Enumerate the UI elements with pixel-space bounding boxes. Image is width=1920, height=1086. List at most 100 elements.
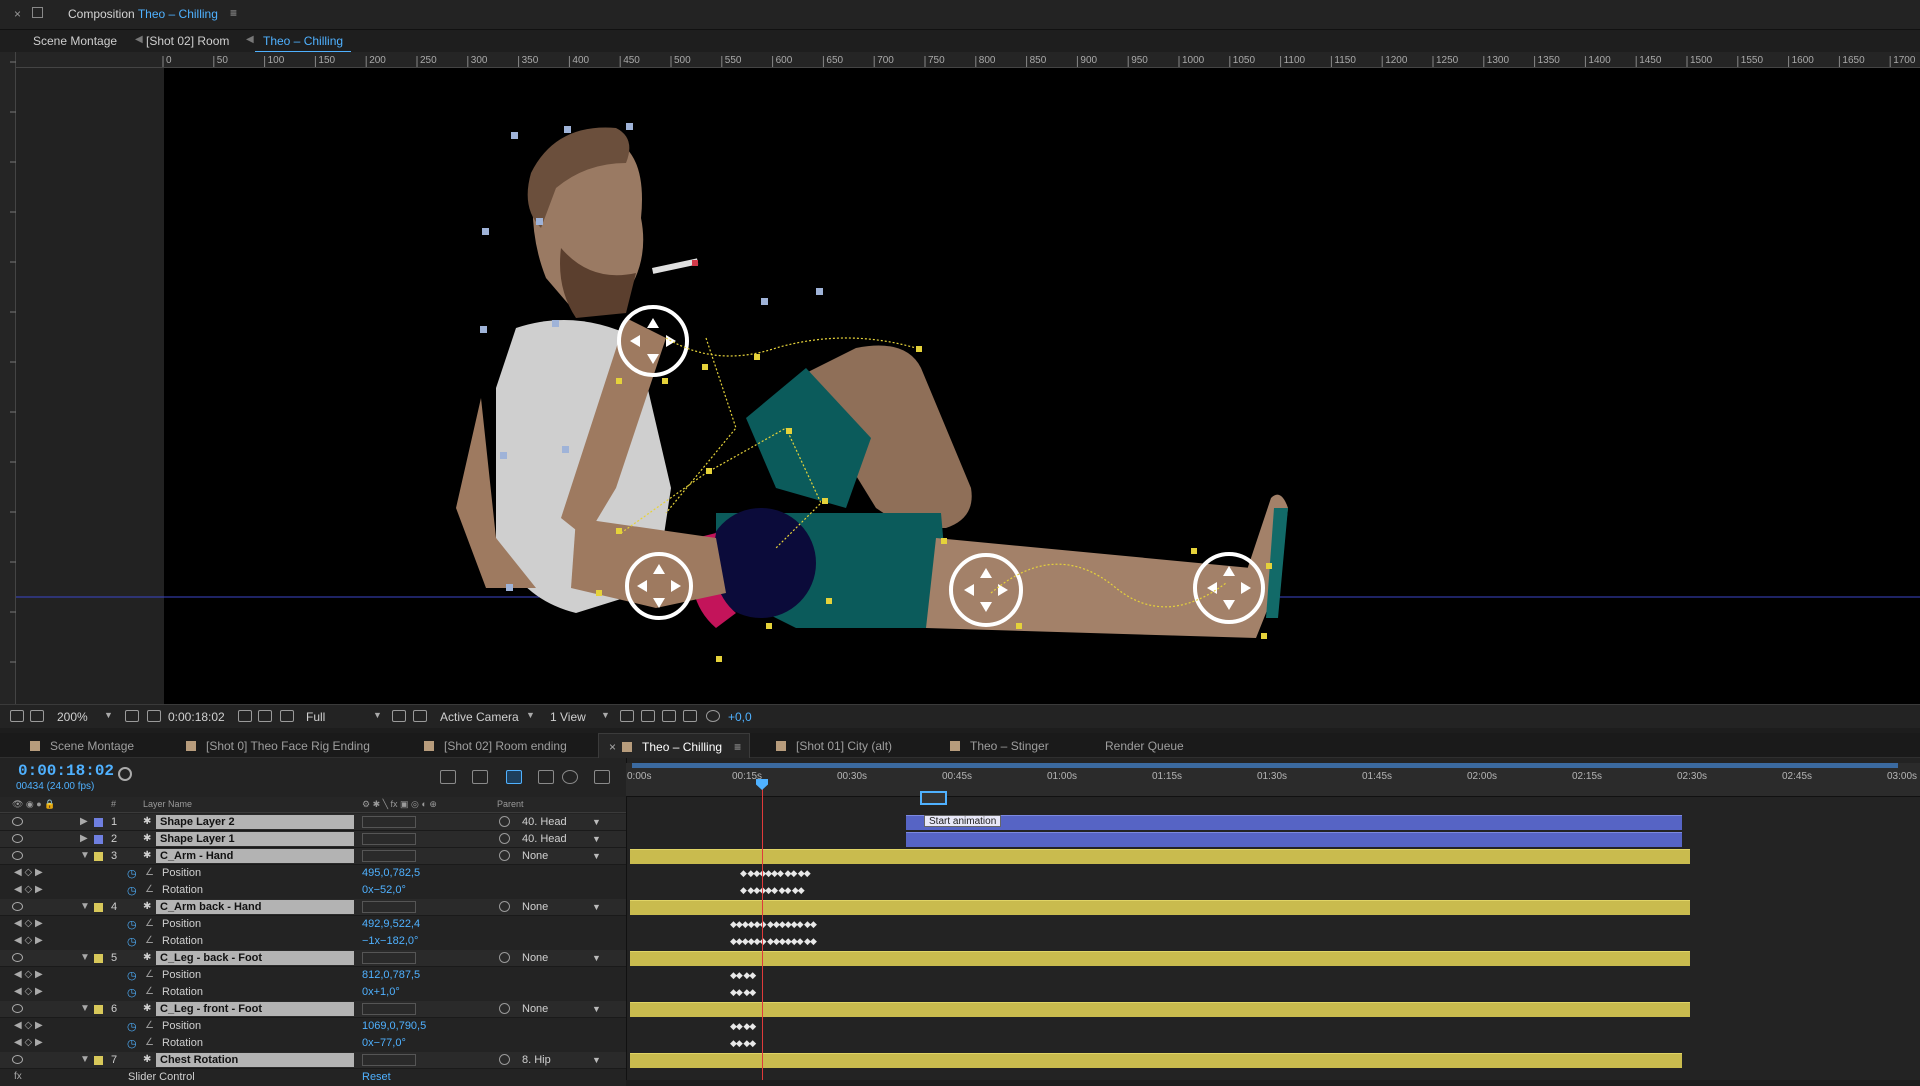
graph-icon[interactable]: ∠ [145, 986, 154, 997]
twirl-open-icon[interactable]: ▼ [80, 1003, 90, 1014]
pickwhip-icon[interactable] [499, 833, 510, 844]
close-panel-icon[interactable]: × [14, 7, 21, 21]
twirl-open-icon[interactable]: ▼ [80, 952, 90, 963]
parent-select[interactable]: 40. Head [522, 816, 567, 828]
label-color-icon[interactable] [94, 818, 103, 827]
tab-shot-0-face-rig[interactable]: [Shot 0] Theo Face Rig Ending [186, 733, 370, 758]
draft-3d-icon[interactable] [472, 770, 488, 784]
view-layout-select[interactable]: 1 View [550, 710, 586, 724]
eye-icon[interactable] [12, 817, 23, 826]
parent-select[interactable]: 40. Head [522, 833, 567, 845]
parent-select[interactable]: None [522, 850, 548, 862]
layer-row[interactable]: ▶ 2 ✱ Shape Layer 1 40. Head ▼ [0, 831, 626, 848]
resolution-dropdown-icon[interactable]: ▼ [373, 710, 382, 720]
parent-select[interactable]: None [522, 901, 548, 913]
pickwhip-icon[interactable] [499, 1054, 510, 1065]
keyframes[interactable]: ◆ ◆◆◆◆◆ ◆◆ ◆◆ [740, 885, 805, 895]
stopwatch-icon[interactable]: ◷ [127, 969, 137, 982]
layer-name[interactable]: C_Leg - front - Foot [156, 1002, 354, 1016]
property-row[interactable]: ◀ ◇ ▶ ◷ ∠ Rotation 0x+1,0° [0, 984, 626, 1001]
fast-previews-icon[interactable] [641, 710, 655, 722]
tab-menu-icon[interactable]: ≡ [734, 740, 741, 754]
property-value[interactable]: −1x−182,0° [362, 935, 418, 947]
twirl-open-icon[interactable]: ▼ [80, 901, 90, 912]
flowchart-icon[interactable] [683, 710, 697, 722]
layer-switches[interactable] [362, 1054, 416, 1066]
label-color-icon[interactable] [94, 954, 103, 963]
layer-name[interactable]: C_Arm - Hand [156, 849, 354, 863]
parent-dropdown-icon[interactable]: ▼ [592, 851, 601, 861]
layer-switches[interactable] [362, 952, 416, 964]
graph-icon[interactable]: ∠ [145, 918, 154, 929]
stopwatch-icon[interactable]: ◷ [127, 884, 137, 897]
panel-menu-icon[interactable]: ≡ [230, 6, 237, 20]
keyframes[interactable]: ◆ ◆◆◆◆◆◆ ◆◆ ◆◆ [740, 868, 811, 878]
parent-dropdown-icon[interactable]: ▼ [592, 834, 601, 844]
keyframe-navigator-icon[interactable]: ◀ ◇ ▶ [14, 969, 43, 980]
layer-switches[interactable] [362, 1003, 416, 1015]
keyframe-navigator-icon[interactable]: ◀ ◇ ▶ [14, 1020, 43, 1031]
tab-scene-montage[interactable]: Scene Montage [30, 733, 134, 758]
zoom-level[interactable]: 200% [57, 710, 88, 724]
region-of-interest-icon[interactable] [392, 710, 406, 722]
eye-icon[interactable] [12, 1055, 23, 1064]
layer-row[interactable]: ▼ 3 ✱ C_Arm - Hand None ▼ [0, 848, 626, 865]
keyframes[interactable]: ◆◆ ◆◆ [730, 987, 756, 997]
keyframes[interactable]: ◆◆ ◆◆ [730, 970, 756, 980]
layer-row[interactable]: ▶ 1 ✱ Shape Layer 2 40. Head ▼ [0, 814, 626, 831]
layer-switches[interactable] [362, 833, 416, 845]
col-layer-name[interactable]: Layer Name [143, 799, 192, 809]
layer-row[interactable]: ▼ 5 ✱ C_Leg - back - Foot None ▼ [0, 950, 626, 967]
resolution-select[interactable]: Full [306, 710, 325, 724]
stopwatch-icon[interactable]: ◷ [127, 918, 137, 931]
twirl-closed-icon[interactable]: ▶ [80, 816, 88, 827]
color-channel-icon[interactable] [280, 710, 294, 722]
parent-select[interactable]: 8. Hip [522, 1054, 551, 1066]
graph-icon[interactable]: ∠ [145, 884, 154, 895]
stopwatch-icon[interactable]: ◷ [127, 867, 137, 880]
layer-duration-bar[interactable] [630, 849, 1690, 864]
col-parent[interactable]: Parent [497, 799, 524, 809]
close-tab-icon[interactable]: × [609, 740, 616, 754]
property-value[interactable]: 1069,0,790,5 [362, 1020, 426, 1032]
parent-dropdown-icon[interactable]: ▼ [592, 1004, 601, 1014]
time-ruler[interactable]: 0:00s 00:15s 00:30s 00:45s 01:00s 01:15s 01:30… [626, 763, 1920, 797]
view-layout-dropdown-icon[interactable]: ▼ [601, 710, 610, 720]
layer-duration-bar[interactable] [630, 1002, 1690, 1017]
label-color-icon[interactable] [94, 1056, 103, 1065]
layer-name[interactable]: Shape Layer 1 [156, 832, 354, 846]
label-color-icon[interactable] [94, 835, 103, 844]
tab-render-queue[interactable]: Render Queue [1105, 733, 1184, 758]
twirl-open-icon[interactable]: ▼ [80, 1054, 90, 1065]
layer-duration-bar[interactable] [906, 832, 1682, 847]
label-color-icon[interactable] [94, 1005, 103, 1014]
current-time-indicator[interactable] [762, 780, 763, 1080]
keyframe-navigator-icon[interactable]: ◀ ◇ ▶ [14, 1037, 43, 1048]
parent-dropdown-icon[interactable]: ▼ [592, 817, 601, 827]
tab-shot-01-city[interactable]: [Shot 01] City (alt) [776, 733, 892, 758]
layer-duration-bar[interactable] [630, 951, 1690, 966]
comp-mini-flowchart-icon[interactable] [440, 770, 456, 784]
graph-icon[interactable]: ∠ [145, 969, 154, 980]
effect-reset[interactable]: Reset [362, 1071, 391, 1083]
eye-icon[interactable] [12, 851, 23, 860]
snapshot-show-icon[interactable] [258, 710, 272, 722]
eye-icon[interactable] [12, 1004, 23, 1013]
tab-theo-stinger[interactable]: Theo – Stinger [950, 733, 1049, 758]
keyframes[interactable]: ◆◆◆◆◆◆ ◆◆◆◆◆◆ ◆◆ [730, 919, 817, 929]
search-icon[interactable] [118, 767, 132, 781]
label-color-icon[interactable] [94, 852, 103, 861]
property-row[interactable]: ◀ ◇ ▶ ◷ ∠ Position 492,9,522,4 [0, 916, 626, 933]
frame-blending-icon[interactable] [538, 770, 554, 784]
layer-switches[interactable] [362, 850, 416, 862]
property-value[interactable]: 492,9,522,4 [362, 918, 420, 930]
switches-icon[interactable]: ⚙ ✱ ╲ fx ▣ ◎ ◐ ⊕ [362, 799, 437, 810]
stopwatch-icon[interactable]: ◷ [127, 935, 137, 948]
property-row[interactable]: ◀ ◇ ▶ ◷ ∠ Position 495,0,782,5 [0, 865, 626, 882]
property-row[interactable]: ◀ ◇ ▶ ◷ ∠ Position 1069,0,790,5 [0, 1018, 626, 1035]
graph-icon[interactable]: ∠ [145, 1037, 154, 1048]
tab-shot-02-room-ending[interactable]: [Shot 02] Room ending [424, 733, 567, 758]
stopwatch-icon[interactable]: ◷ [127, 986, 137, 999]
stopwatch-icon[interactable]: ◷ [127, 1037, 137, 1050]
property-value[interactable]: 0x−77,0° [362, 1037, 406, 1049]
